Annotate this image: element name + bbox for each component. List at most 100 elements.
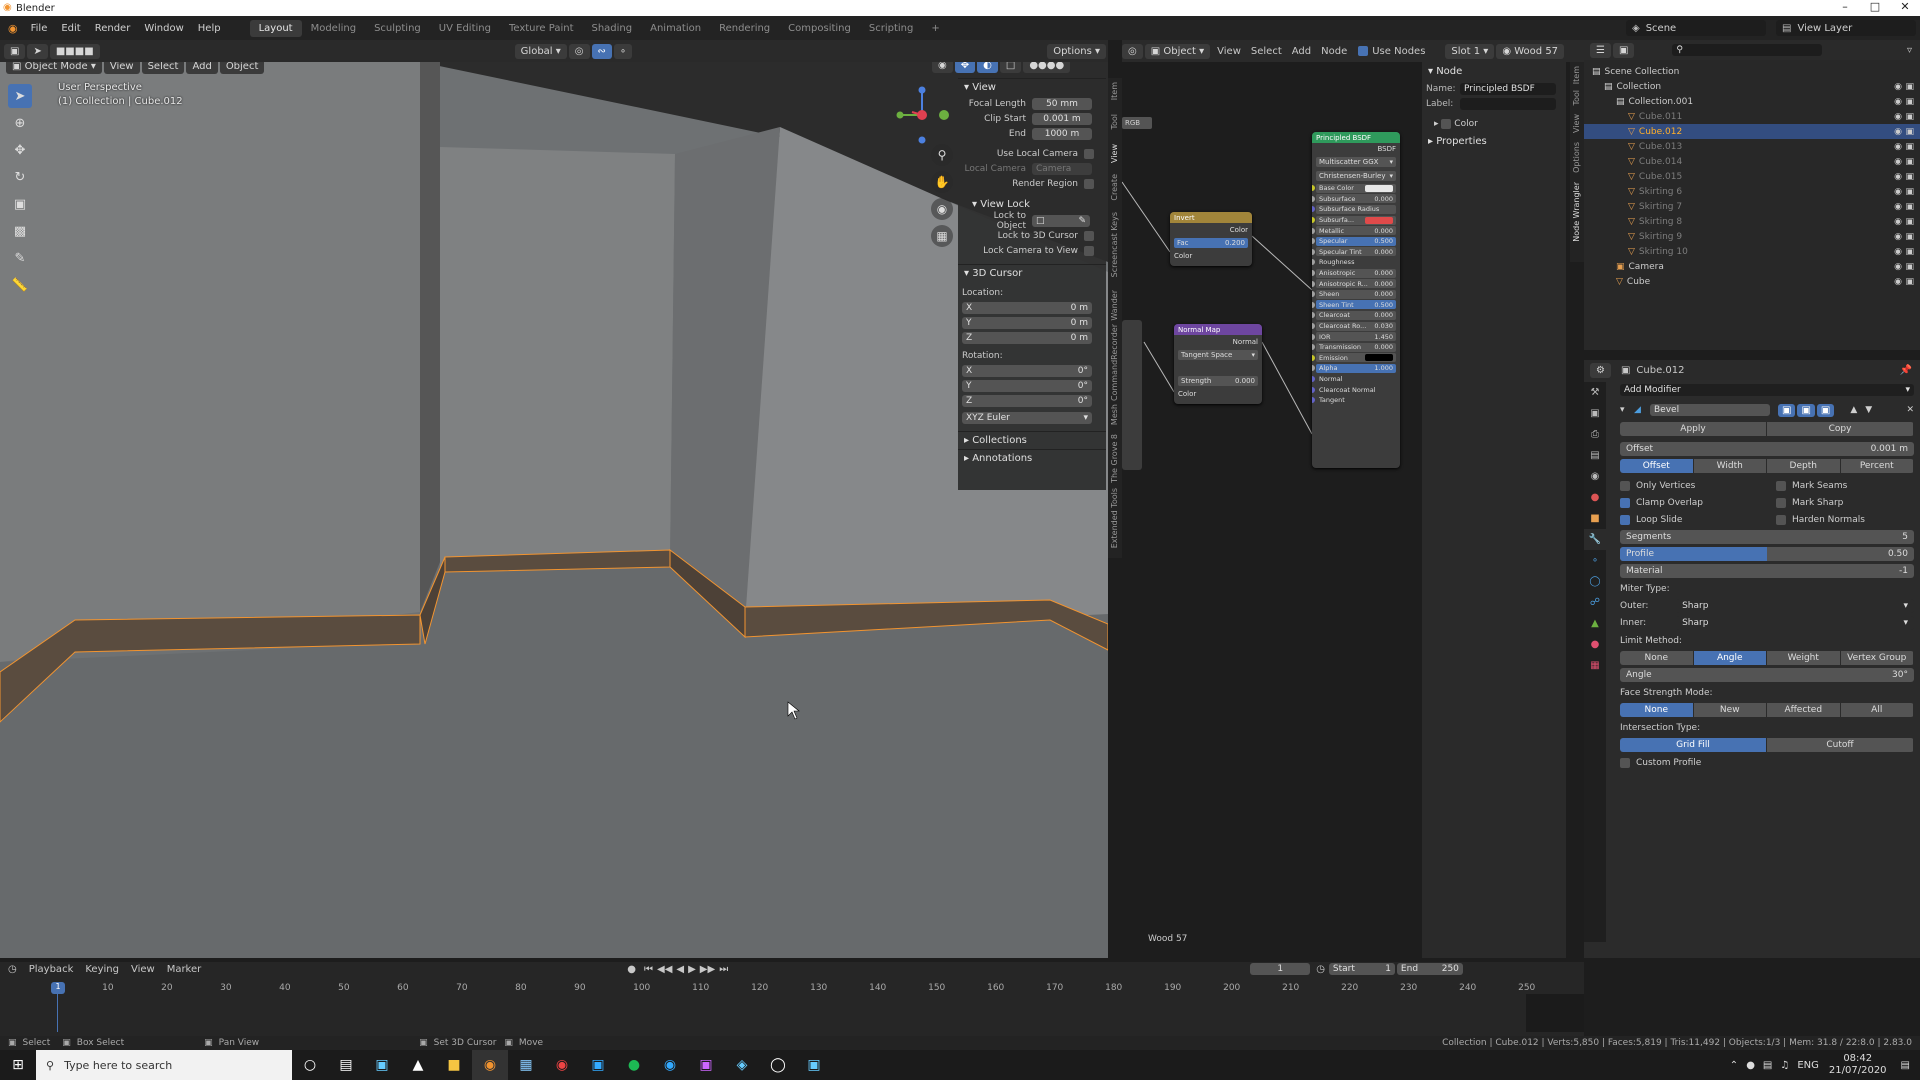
zoom-icon[interactable]: ⚲ [931,144,953,166]
rotation-mode-dropdown[interactable]: XYZ Euler ▾ [962,412,1092,424]
timeline-menu-marker[interactable]: Marker [161,964,208,975]
bsdf-input-socket[interactable] [1312,238,1315,245]
npanel-tab-the-grove[interactable]: The Grove 8 [1110,434,1119,483]
annotations-header[interactable]: ▸ Annotations [958,449,1106,467]
offscreen-node[interactable] [1122,320,1142,470]
select-mode-icon[interactable]: ➤ [27,43,48,59]
render-camera-icon[interactable]: ▣ [1905,262,1914,272]
outliner-item[interactable]: ▽ Skirting 7 ◉ ▣ [1584,199,1920,214]
bsdf-input-row[interactable]: Metallic 0.000 [1312,225,1400,236]
end-frame-field[interactable]: End 250 [1396,963,1463,975]
npanel-tab-commandrecorder[interactable]: CommandRecorder [1110,324,1119,401]
bsdf-input-socket[interactable] [1312,217,1315,224]
pin-icon[interactable]: 📌 [1900,365,1912,376]
bsdf-input-socket[interactable] [1312,227,1315,234]
bsdf-input-field[interactable]: IOR 1.450 [1316,332,1396,342]
face-strength-option[interactable]: All [1840,703,1913,717]
workspace-tab-texture-paint[interactable]: Texture Paint [500,23,583,34]
rgb-node-stub[interactable]: RGB [1122,117,1152,129]
play-reverse-icon[interactable]: ◀ [676,964,684,975]
copy-button[interactable]: Copy [1767,422,1913,436]
loop-slide-checkbox[interactable] [1620,515,1630,525]
node-tab-node-wrangler[interactable]: Node Wrangler [1572,182,1581,242]
playhead[interactable]: 1 [51,982,65,994]
properties-section-header[interactable]: ▸ Properties [1422,132,1566,150]
workspace-tab-scripting[interactable]: Scripting [860,23,922,34]
proportional-edit-icon[interactable]: ∘ [613,43,633,59]
shading-modes-icon[interactable]: ●●●● [1023,62,1071,73]
node-tab-view[interactable]: View [1572,114,1581,133]
modifier-collapse-icon[interactable]: ▾ [1620,405,1634,415]
record-icon[interactable]: ● [627,964,636,975]
bsdf-input-row[interactable]: Clearcoat Ro... 0.030 [1312,321,1400,332]
outliner-item[interactable]: ▤ Scene Collection [1584,64,1920,79]
angle-field[interactable]: Angle 30° [1620,668,1914,682]
menu-window[interactable]: Window [137,23,190,34]
bsdf-input-socket[interactable] [1312,206,1315,213]
bsdf-input-socket[interactable] [1312,301,1315,308]
object-tab-icon[interactable]: ■ [1584,508,1606,529]
camera-view-icon[interactable]: ◉ [931,198,953,220]
3d-cursor-header[interactable]: ▾ 3D Cursor [958,264,1106,282]
normal-map-node[interactable]: Normal Map Normal Tangent Space ▾ Strengt… [1174,324,1262,404]
collections-header[interactable]: ▸ Collections [958,431,1106,449]
visibility-eye-icon[interactable]: ◉ [1894,82,1902,92]
focal-length-field[interactable]: 50 mm [1032,98,1092,110]
width-type-option[interactable]: Offset [1620,459,1693,473]
scale-tool-icon[interactable]: ▣ [8,192,32,216]
timeline-menu-playback[interactable]: Playback [23,964,80,975]
visibility-eye-icon[interactable]: ◉ [1894,172,1902,182]
node-menu-view[interactable]: View [1212,46,1246,57]
bsdf-input-field[interactable]: Tangent [1316,396,1396,405]
npanel-tab-screencast-keys[interactable]: Screencast Keys [1110,212,1119,277]
render-camera-icon[interactable]: ▣ [1905,157,1914,167]
bsdf-input-socket[interactable] [1312,195,1315,202]
blender-menu-icon[interactable]: ◉ [8,22,18,35]
cursor-loc-x-field[interactable]: X 0 m [962,302,1092,314]
scene-tab-icon[interactable]: ◉ [1584,466,1606,487]
start-frame-field[interactable]: Start 1 [1328,963,1395,975]
workspace-tab-layout[interactable]: Layout [249,19,302,37]
npanel-tab-mesh[interactable]: Mesh [1110,404,1119,425]
cursor-loc-z-field[interactable]: Z 0 m [962,332,1092,344]
bsdf-input-field[interactable]: Emission [1316,353,1396,363]
selection-mode-icons[interactable]: ■■■■ [49,43,100,59]
npanel-tab-view[interactable]: View [1110,144,1119,163]
bsdf-input-socket[interactable] [1312,312,1315,319]
apply-button[interactable]: Apply [1620,422,1766,436]
intersection-type-option[interactable]: Grid Fill [1620,738,1766,752]
data-tab-icon[interactable]: ▲ [1584,613,1606,634]
close-button[interactable]: ✕ [1890,0,1920,13]
current-frame-field[interactable]: 1 [1250,963,1311,975]
inner-miter-dropdown[interactable]: Sharp ▾ [1676,616,1914,630]
outliner-item[interactable]: ▣ Camera ◉ ▣ [1584,259,1920,274]
bsdf-input-row[interactable]: Specular Tint 0.000 [1312,247,1400,258]
cursor-rot-x-field[interactable]: X 0° [962,365,1092,377]
bsdf-input-socket[interactable] [1312,333,1315,340]
outer-miter-dropdown[interactable]: Sharp ▾ [1676,599,1914,613]
timeline-editor-icon[interactable]: ◷ [8,964,17,975]
spotify-icon[interactable]: ● [616,1050,652,1080]
normal-map-strength-field[interactable]: Strength 0.000 [1178,375,1258,386]
bsdf-input-row[interactable]: Alpha 1.000 [1312,363,1400,374]
modifier-tab-icon[interactable]: 🔧 [1584,529,1606,550]
mode-dropdown[interactable]: ▣ Object Mode ▾ [6,62,102,74]
bsdf-input-socket[interactable] [1312,185,1315,192]
notifications-icon[interactable]: ▤ [1901,1060,1910,1071]
bsdf-input-socket[interactable] [1312,280,1315,287]
bsdf-sss-method-dropdown[interactable]: Christensen-Burley ▾ [1316,171,1396,181]
timeline-frames[interactable]: 1 10 20 30 40 50 60 70 80 90 100 110 120 130 140 150 160… [0,980,1584,1034]
bsdf-input-socket[interactable] [1312,270,1315,277]
outliner-item[interactable]: ▽ Cube ◉ ▣ [1584,274,1920,289]
pan-hand-icon[interactable]: ✋ [931,171,953,193]
viewport-menu-select[interactable]: Select [141,62,185,74]
next-key-icon[interactable]: ▶▶ [700,964,715,975]
physics-tab-icon[interactable]: ◯ [1584,571,1606,592]
normal-map-space-dropdown[interactable]: Tangent Space ▾ [1178,349,1258,360]
bsdf-input-field[interactable]: Subsurface Radius [1316,204,1396,214]
node-menu-node[interactable]: Node [1316,46,1352,57]
shader-node-editor[interactable]: RGB Invert Color Fac 0.200 Color Normal M… [1122,62,1422,958]
annotate-tool-icon[interactable]: ✎ [8,246,32,270]
outliner-item[interactable]: ▤ Collection.001 ◉ ▣ [1584,94,1920,109]
material-tab-icon[interactable]: ● [1584,634,1606,655]
